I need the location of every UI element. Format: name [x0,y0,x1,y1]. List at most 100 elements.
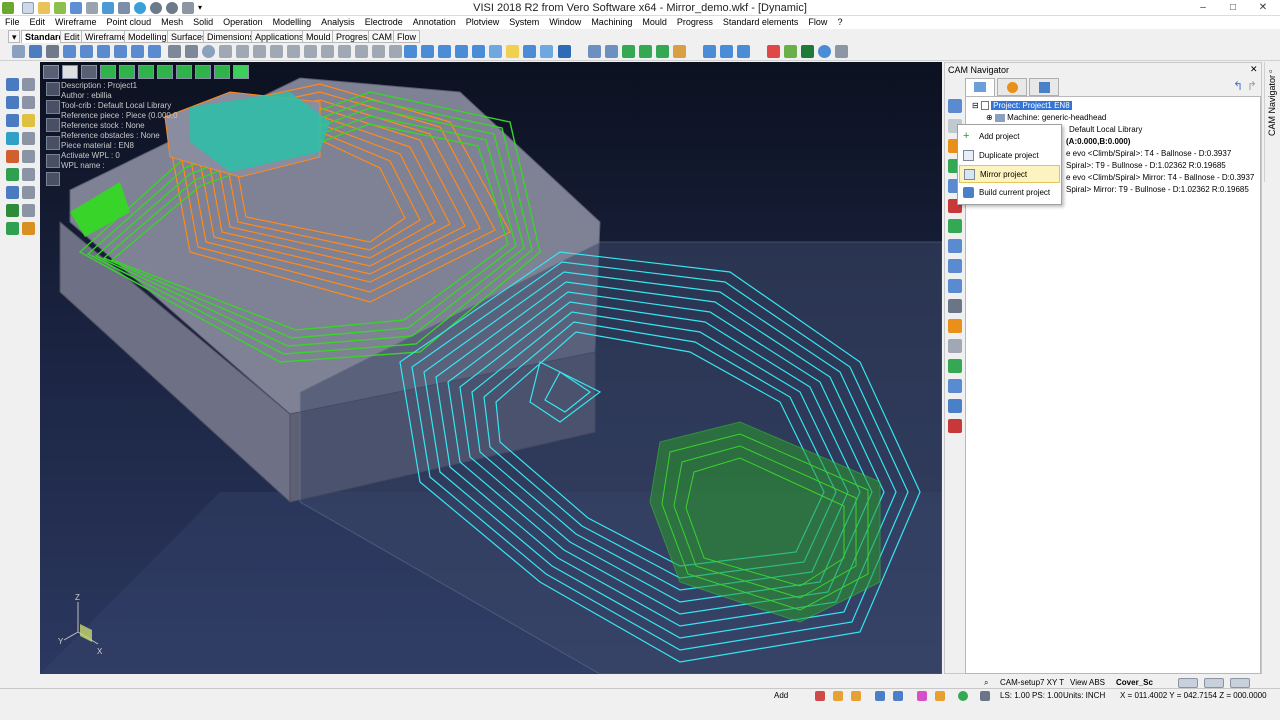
delete-icon[interactable] [6,204,19,217]
offset-icon[interactable] [6,132,19,145]
view-cube-2-icon[interactable] [119,65,135,79]
view-cube-icon[interactable] [29,45,42,58]
render-icon[interactable] [389,45,402,58]
status-icon-6[interactable] [917,691,927,701]
tab-flow[interactable]: Flow [393,30,421,43]
compass-icon[interactable] [656,45,669,58]
status-icon-5[interactable] [893,691,903,701]
menu-help[interactable]: ? [832,16,847,29]
tree-setup-label[interactable]: (A:0.000,B:0.000) [1066,137,1130,146]
view-cube-8-icon[interactable] [233,65,249,79]
tree-op3-label[interactable]: e evo <Climb/Spiral> Mirror: T4 - Ballno… [1066,173,1254,182]
status-icon-1[interactable] [815,691,825,701]
tree-op2-label[interactable]: Spiral>: T9 - Bullnose - D:1.02362 R:0.1… [1066,161,1226,170]
rectangle-icon[interactable] [6,96,19,109]
tree-machine-label[interactable]: Machine: generic-headhead [1007,113,1106,122]
image-icon[interactable] [784,45,797,58]
footer-box-1[interactable] [1178,678,1198,688]
tab-modelling[interactable]: Modelling [124,30,171,43]
vp-tool-5-icon[interactable] [46,154,60,168]
menu-item-duplicate-project[interactable]: Duplicate project [959,147,1060,165]
excel-icon[interactable] [801,45,814,58]
nav-back-icon[interactable]: ↰ [1233,79,1243,93]
filter-icon[interactable] [270,45,283,58]
hidden-icon[interactable] [355,45,368,58]
line-icon[interactable] [22,78,35,91]
tree-row-project[interactable]: ⊟ Project: Project1 EN8 [972,101,1072,111]
mirror-icon[interactable] [6,168,19,181]
web-icon[interactable] [818,45,831,58]
nav-printer-icon[interactable] [948,299,962,313]
vp-tool-1-icon[interactable] [46,82,60,96]
layer-icon[interactable] [236,45,249,58]
wpl-icon[interactable] [720,45,733,58]
zoom-prev-icon[interactable] [455,45,468,58]
status-icon-4[interactable] [875,691,885,701]
hatch-icon[interactable] [6,222,19,235]
side-tab-label[interactable]: CAM Navigator [1267,75,1277,136]
pan-icon[interactable] [185,45,198,58]
tree-library-label[interactable]: Default Local Library [1069,125,1142,134]
view-cube-3-icon[interactable] [138,65,154,79]
tab-dropdown[interactable]: ▾ [8,30,20,43]
menu-plotview[interactable]: Plotview [461,16,505,29]
tab-cam[interactable]: CAM [368,30,396,43]
vp-tool-6-icon[interactable] [46,172,60,186]
point-icon[interactable] [6,78,19,91]
viewport-box-button[interactable] [62,65,78,79]
zoom-icon[interactable] [168,45,181,58]
menu-annotation[interactable]: Annotation [408,16,461,29]
tab-edit[interactable]: Edit [60,30,84,43]
status-icon-7[interactable] [935,691,945,701]
text-icon[interactable] [22,204,35,217]
menu-electrode[interactable]: Electrode [360,16,408,29]
tree-op1-label[interactable]: e evo <Climb/Spiral>: T4 - Ballnose - D:… [1066,149,1231,158]
footer-box-3[interactable] [1230,678,1250,688]
menu-window[interactable]: Window [544,16,586,29]
view-iso-icon[interactable] [114,45,127,58]
zoom-in-icon[interactable] [421,45,434,58]
circle-icon[interactable] [22,96,35,109]
chamfer-icon[interactable] [6,150,19,163]
tab-dimensions[interactable]: Dimensions [203,30,259,43]
view-top-icon[interactable] [97,45,110,58]
tree-row-machine[interactable]: ⊕ Machine: generic-headhead [986,113,1106,122]
highlight-icon[interactable] [506,45,519,58]
refresh-icon[interactable] [489,45,502,58]
view-cube-4-icon[interactable] [157,65,173,79]
viewport-select-button[interactable] [81,65,97,79]
viewport-menu-button[interactable] [43,65,59,79]
tree-row-op2[interactable]: Spiral>: T9 - Bullnose - D:1.02362 R:0.1… [1066,161,1226,170]
select-all-icon[interactable] [523,45,536,58]
section-icon[interactable] [372,45,385,58]
bottle-icon[interactable] [540,45,553,58]
tree-row-library[interactable]: Default Local Library [1069,125,1142,134]
hat-icon[interactable] [673,45,686,58]
tree-row-setup[interactable]: (A:0.000,B:0.000) [1066,137,1130,146]
nav-trash-icon[interactable] [948,419,962,433]
tools-icon[interactable] [703,45,716,58]
status-icon-2[interactable] [833,691,843,701]
rotate-icon[interactable] [202,45,215,58]
nav-settings-icon[interactable] [948,319,962,333]
3d-viewport[interactable]: Z Y X Description : Project1 Author : eb… [40,62,942,674]
spline-icon[interactable] [22,114,35,127]
close-button[interactable]: ✕ [1248,0,1278,16]
view-cube-1-icon[interactable] [100,65,116,79]
analyse-icon[interactable] [588,45,601,58]
menu-modelling[interactable]: Modelling [268,16,317,29]
tree-project-label[interactable]: Project: Project1 EN8 [991,101,1072,110]
nav-green-icon[interactable] [948,359,962,373]
nav-link-icon[interactable] [948,259,962,273]
vp-tool-2-icon[interactable] [46,100,60,114]
menu-item-build-project[interactable]: Build current project [959,184,1060,202]
menu-flow[interactable]: Flow [803,16,832,29]
shield-icon[interactable] [558,45,571,58]
document-icon[interactable] [835,45,848,58]
tab-mould[interactable]: Mould [302,30,335,43]
measure-left-icon[interactable] [22,222,35,235]
glasses-icon[interactable] [46,45,59,58]
menu-progress[interactable]: Progress [672,16,718,29]
tab-project-tree[interactable] [965,78,995,96]
menu-file[interactable]: File [0,16,25,29]
